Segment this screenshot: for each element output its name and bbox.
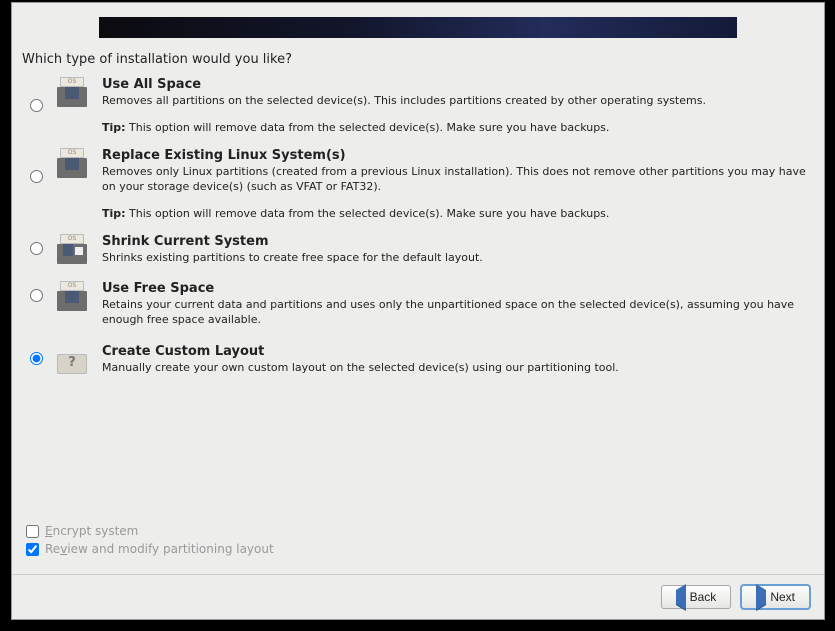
installer-window: Which type of installation would you lik…	[11, 2, 825, 620]
option-custom-layout: ? Create Custom Layout Manually create y…	[22, 344, 814, 378]
radio-shrink-current[interactable]	[30, 242, 43, 255]
disk-icon: OS	[57, 148, 87, 178]
arrow-left-icon	[676, 590, 686, 604]
option-shrink-current: OS Shrink Current System Shrinks existin…	[22, 234, 814, 268]
bottom-checkboxes: Encrypt system Review and modify partiti…	[12, 524, 824, 574]
option-use-all-space: OS Use All Space Removes all partitions …	[22, 77, 814, 134]
back-button[interactable]: Back	[661, 585, 732, 609]
option-title: Use All Space	[102, 77, 814, 92]
disk-custom-icon: ?	[57, 344, 87, 374]
radio-replace-linux[interactable]	[30, 170, 43, 183]
installation-options: OS Use All Space Removes all partitions …	[12, 77, 824, 392]
option-tip: Tip: This option will remove data from t…	[102, 121, 814, 134]
radio-use-all-space[interactable]	[30, 99, 43, 112]
review-checkbox[interactable]	[26, 543, 39, 556]
option-title: Create Custom Layout	[102, 344, 814, 359]
encrypt-checkbox[interactable]	[26, 525, 39, 538]
review-layout-checkbox[interactable]: Review and modify partitioning layout	[26, 542, 810, 556]
option-tip: Tip: This option will remove data from t…	[102, 207, 814, 220]
disk-icon: OS	[57, 77, 87, 107]
option-desc: Shrinks existing partitions to create fr…	[102, 251, 814, 266]
encrypt-system-checkbox[interactable]: Encrypt system	[26, 524, 810, 538]
option-desc: Removes all partitions on the selected d…	[102, 94, 814, 109]
radio-use-free-space[interactable]	[30, 289, 43, 302]
arrow-right-icon	[756, 590, 766, 604]
header-banner	[99, 17, 737, 38]
option-title: Replace Existing Linux System(s)	[102, 148, 814, 163]
disk-icon: OS	[57, 281, 87, 311]
next-button[interactable]: Next	[741, 585, 810, 609]
option-use-free-space: OS Use Free Space Retains your current d…	[22, 281, 814, 330]
option-desc: Removes only Linux partitions (created f…	[102, 165, 814, 195]
option-replace-linux: OS Replace Existing Linux System(s) Remo…	[22, 148, 814, 220]
footer-buttons: Back Next	[12, 574, 824, 619]
prompt-text: Which type of installation would you lik…	[12, 48, 824, 77]
option-title: Use Free Space	[102, 281, 814, 296]
radio-custom-layout[interactable]	[30, 352, 43, 365]
disk-shrink-icon: OS	[57, 234, 87, 264]
option-desc: Manually create your own custom layout o…	[102, 361, 814, 376]
option-desc: Retains your current data and partitions…	[102, 298, 814, 328]
option-title: Shrink Current System	[102, 234, 814, 249]
